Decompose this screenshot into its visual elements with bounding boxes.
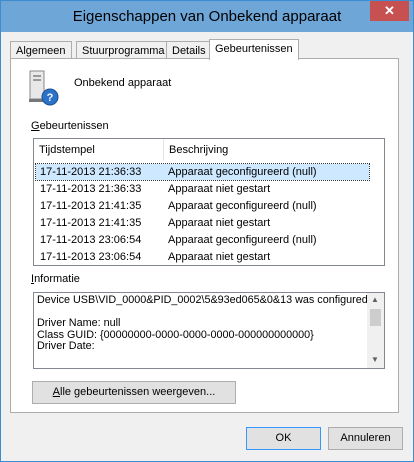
event-description: Apparaat niet gestart [168,217,271,229]
event-row[interactable]: 17-11-2013 21:41:35 Apparaat niet gestar… [36,215,369,231]
column-header-timestamp[interactable]: Tijdstempel [34,139,164,161]
event-timestamp: 17-11-2013 23:06:54 [40,251,142,263]
event-row[interactable]: 17-11-2013 23:06:54 Apparaat niet gestar… [36,249,369,265]
tab-label: Details [172,45,206,57]
tab-label: Stuurprogramma [82,45,165,57]
tab-gebeurtenissen[interactable]: Gebeurtenissen [209,39,299,60]
event-description: Apparaat niet gestart [168,251,271,263]
window-title: Eigenschappen van Onbekend apparaat [72,8,342,25]
tab-label: Algemeen [16,45,66,57]
info-textbox[interactable]: Device USB\VID_0000&PID_0002\5&93ed065&0… [33,292,385,369]
scroll-up-icon[interactable]: ▲ [371,295,379,304]
event-description: Apparaat geconfigureerd (null) [168,200,317,212]
scroll-thumb[interactable] [370,309,381,326]
event-timestamp: 17-11-2013 21:36:33 [40,183,142,195]
event-description: Apparaat geconfigureerd (null) [168,166,317,178]
svg-text:?: ? [47,92,54,104]
event-row[interactable]: 17-11-2013 23:06:54 Apparaat geconfigure… [36,232,369,248]
ok-button[interactable]: OK [246,427,321,450]
properties-dialog: Eigenschappen van Onbekend apparaat ✕ Al… [0,0,414,462]
info-line: Driver Date: [37,340,95,352]
view-all-events-button[interactable]: Alle gebeurtenissen weergeven... [32,381,236,404]
close-icon: ✕ [384,3,395,18]
scroll-down-icon[interactable]: ▼ [371,355,379,364]
info-line: Driver Name: null [37,317,121,329]
close-button[interactable]: ✕ [370,1,409,21]
event-timestamp: 17-11-2013 21:41:35 [40,217,142,229]
event-timestamp: 17-11-2013 21:36:33 [40,166,142,178]
cancel-button[interactable]: Annuleren [328,427,403,450]
event-timestamp: 17-11-2013 21:41:35 [40,200,142,212]
info-scrollbar[interactable]: ▲ ▼ [367,293,384,368]
info-text: Device USB\VID_0000&PID_0002\5&93ed065&0… [37,294,371,353]
unknown-device-icon: ? [29,70,59,106]
event-timestamp: 17-11-2013 23:06:54 [40,234,142,246]
event-row[interactable]: 17-11-2013 21:36:33 Apparaat niet gestar… [36,181,369,197]
event-row[interactable]: 17-11-2013 21:41:35 Apparaat geconfigure… [36,198,369,214]
title-bar[interactable]: Eigenschappen van Onbekend apparaat ✕ [1,1,413,32]
events-list[interactable]: Tijdstempel Beschrijving 17-11-2013 21:3… [33,138,385,266]
event-description: Apparaat geconfigureerd (null) [168,234,317,246]
event-row[interactable]: 17-11-2013 21:36:33 Apparaat geconfigure… [35,163,370,181]
info-line: Device USB\VID_0000&PID_0002\5&93ed065&0… [37,294,371,306]
column-header-description[interactable]: Beschrijving [164,139,365,161]
device-name: Onbekend apparaat [74,77,172,89]
info-group-label: Informatie [31,273,80,285]
tab-label: Gebeurtenissen [215,43,293,55]
events-group-label: Gebeurtenissen [31,120,109,132]
event-description: Apparaat niet gestart [168,183,271,195]
